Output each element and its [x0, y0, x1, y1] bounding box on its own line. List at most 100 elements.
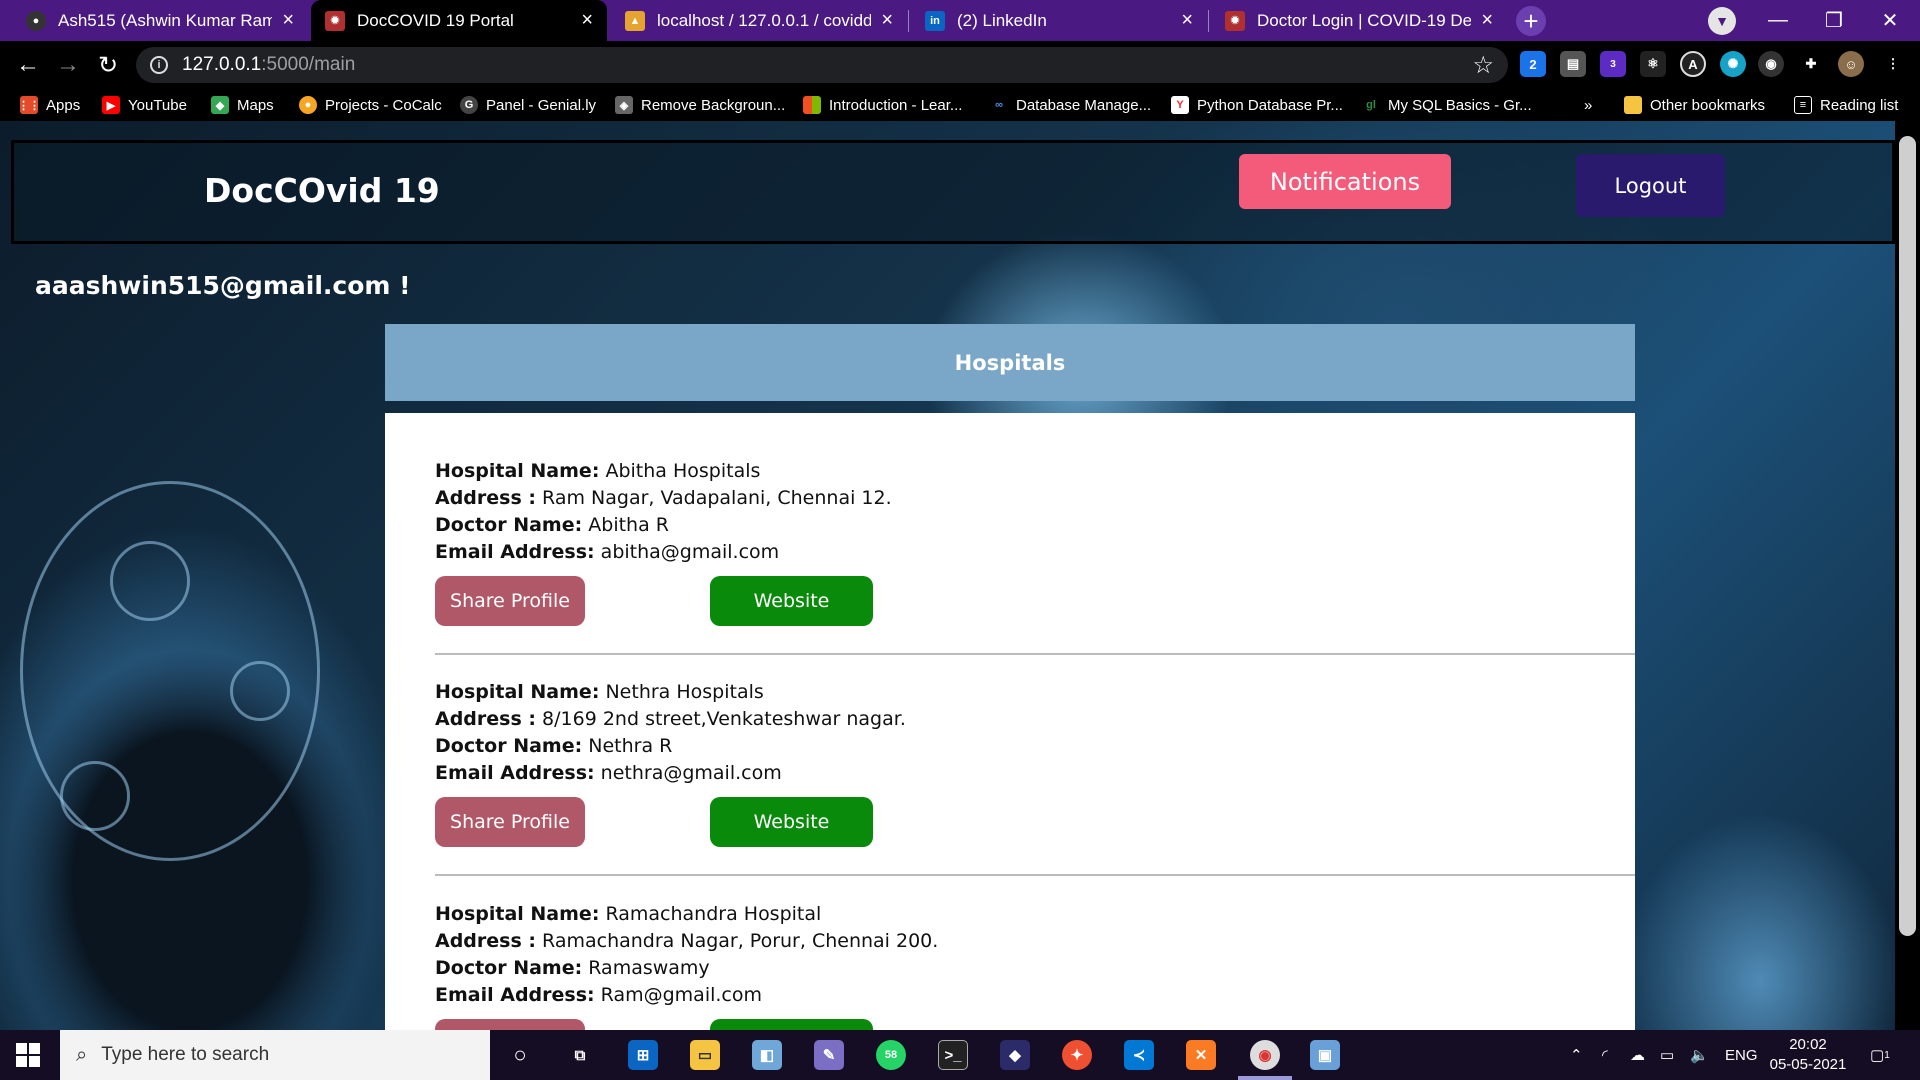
close-icon[interactable]: ×: [581, 9, 593, 32]
share-profile-button[interactable]: [435, 1019, 585, 1030]
email-row: Email Address: nethra@gmail.com: [435, 760, 1635, 787]
bookmark-microsoft-learn[interactable]: Introduction - Lear...: [803, 93, 962, 117]
restore-icon[interactable]: ❐: [1806, 0, 1862, 41]
virus-background-illustration: [60, 761, 130, 831]
react-devtools-icon[interactable]: ⚛: [1640, 51, 1666, 77]
bookmark-database-manage[interactable]: ∞ Database Manage...: [990, 93, 1151, 117]
volume-icon[interactable]: 🔈: [1690, 1030, 1709, 1080]
virus-background-illustration: [110, 541, 190, 621]
battery-icon[interactable]: ▭: [1660, 1030, 1674, 1080]
field-label: Address :: [435, 487, 536, 509]
cortana-icon[interactable]: ○: [505, 1040, 535, 1070]
close-window-icon[interactable]: ✕: [1862, 0, 1918, 41]
profile-avatar[interactable]: ☺: [1838, 51, 1864, 77]
field-label: Address :: [435, 708, 536, 730]
whatsapp-icon[interactable]: 58: [876, 1040, 906, 1070]
taskbar-search[interactable]: ⌕ Type here to search: [60, 1030, 490, 1080]
virus-icon: ✹: [325, 10, 345, 31]
hospital-name-row: Hospital Name: Ramachandra Hospital: [435, 901, 1635, 928]
reading-list[interactable]: ≡ Reading list: [1794, 93, 1898, 117]
tab-github[interactable]: ● Ash515 (Ashwin Kumar Ramaswa ×: [12, 0, 308, 41]
extension-a-icon[interactable]: A: [1680, 51, 1706, 77]
vscode-icon[interactable]: ≺: [1124, 1040, 1154, 1070]
minimize-icon[interactable]: —: [1750, 0, 1806, 41]
back-icon[interactable]: ←: [12, 49, 44, 81]
microsoft-icon: [803, 96, 821, 114]
more-bookmarks-chevron[interactable]: »: [1584, 93, 1592, 117]
bookmark-mysql-basics[interactable]: gl My SQL Basics - Gr...: [1362, 93, 1532, 117]
network-icon[interactable]: ◜: [1602, 1030, 1608, 1080]
logout-button[interactable]: Logout: [1576, 154, 1725, 217]
share-profile-button[interactable]: Share Profile: [435, 797, 585, 847]
app-icon[interactable]: ◧: [752, 1040, 782, 1070]
menu-kebab-icon[interactable]: ⋮: [1880, 51, 1906, 77]
virus-icon: ✹: [1225, 10, 1245, 31]
bookmark-label: YouTube: [128, 96, 187, 114]
language-indicator[interactable]: ENG: [1725, 1030, 1758, 1080]
field-label: Email Address:: [435, 984, 595, 1006]
bookmark-star-icon[interactable]: ☆: [1472, 51, 1494, 80]
close-icon[interactable]: ×: [1181, 9, 1193, 32]
reload-icon[interactable]: ↻: [92, 49, 124, 81]
system-clock[interactable]: 20:02 05-05-2021: [1768, 1035, 1848, 1075]
task-view-icon[interactable]: ⧉: [565, 1040, 595, 1070]
share-profile-button[interactable]: Share Profile: [435, 576, 585, 626]
divider: [435, 653, 1635, 655]
tab-title: localhost / 127.0.0.1 / coviddetec: [657, 10, 872, 30]
address-bar[interactable]: i 127.0.0.1:5000/main ☆: [136, 47, 1508, 83]
tab-phpmyadmin[interactable]: ▲ localhost / 127.0.0.1 / coviddetec ×: [611, 0, 907, 41]
bookmark-genially[interactable]: G Panel - Genial.ly: [460, 93, 596, 117]
bookmark-removebg[interactable]: ◈ Remove Backgroun...: [615, 93, 785, 117]
website-button[interactable]: Website: [710, 576, 873, 626]
bookmark-maps[interactable]: ◆ Maps: [211, 93, 274, 117]
file-explorer-icon[interactable]: ▭: [690, 1040, 720, 1070]
extension-card-icon[interactable]: ▤: [1560, 51, 1586, 77]
remote-desktop-icon[interactable]: ▣: [1310, 1040, 1340, 1070]
git-icon[interactable]: ◆: [1000, 1040, 1030, 1070]
extension-2-icon[interactable]: 2: [1520, 51, 1546, 77]
page-scrollbar-thumb[interactable]: [1899, 136, 1916, 936]
bookmark-youtube[interactable]: ▶ YouTube: [102, 93, 187, 117]
extension-gear-icon[interactable]: ✺: [1720, 51, 1746, 77]
apps-grid-icon: ⋮⋮: [18, 96, 40, 114]
bookmark-apps[interactable]: ⋮⋮ Apps: [18, 93, 80, 117]
tab-linkedin[interactable]: in (2) LinkedIn ×: [911, 0, 1207, 41]
xampp-icon[interactable]: ✕: [1186, 1040, 1216, 1070]
bookmark-cocalc[interactable]: ● Projects - CoCalc: [299, 93, 442, 117]
doctor-row: Doctor Name: Ramaswamy: [435, 955, 1635, 982]
chrome-icon[interactable]: ◉: [1250, 1040, 1280, 1070]
field-label: Hospital Name:: [435, 903, 600, 925]
forward-icon[interactable]: →: [52, 49, 84, 81]
tab-doctor-login[interactable]: ✹ Doctor Login | COVID-19 Detecto ×: [1211, 0, 1507, 41]
tab-doccovid-portal[interactable]: ✹ DocCOVID 19 Portal ×: [311, 0, 607, 41]
website-button[interactable]: Website: [710, 797, 873, 847]
action-center-icon[interactable]: ▢ 1: [1870, 1030, 1890, 1080]
tab-separator: [1208, 10, 1209, 32]
extensions-puzzle-icon[interactable]: ✚: [1798, 51, 1824, 77]
new-tab-button[interactable]: +: [1516, 6, 1546, 36]
close-icon[interactable]: ×: [1481, 9, 1493, 32]
microsoft-store-icon[interactable]: ⊞: [628, 1040, 658, 1070]
website-button[interactable]: [710, 1019, 873, 1030]
notifications-button[interactable]: Notifications: [1239, 154, 1451, 209]
notification-count: 1: [1884, 1049, 1890, 1061]
postman-icon[interactable]: ✦: [1062, 1040, 1092, 1070]
tab-search-icon[interactable]: ▼: [1708, 7, 1736, 35]
windows-start-icon[interactable]: [16, 1043, 40, 1067]
url-path: :5000/main: [261, 54, 356, 75]
close-icon[interactable]: ×: [881, 9, 893, 32]
address-row: Address : 8/169 2nd street,Venkateshwar …: [435, 706, 1635, 733]
paint-icon[interactable]: ✎: [814, 1040, 844, 1070]
close-icon[interactable]: ×: [282, 9, 294, 32]
extension-color-icon[interactable]: ◉: [1758, 51, 1784, 77]
field-label: Doctor Name:: [435, 957, 583, 979]
other-bookmarks[interactable]: Other bookmarks: [1624, 93, 1765, 117]
taskbar-search-placeholder: Type here to search: [101, 1044, 270, 1065]
terminal-icon[interactable]: >_: [938, 1040, 968, 1070]
bookmark-python-database[interactable]: Y Python Database Pr...: [1171, 93, 1343, 117]
cloud-icon[interactable]: ☁: [1630, 1030, 1645, 1080]
bookmark-label: Other bookmarks: [1650, 96, 1766, 114]
site-info-icon[interactable]: i: [150, 56, 168, 74]
extension-badge-icon[interactable]: 3: [1600, 51, 1626, 77]
tray-chevron-icon[interactable]: ⌃: [1570, 1030, 1583, 1080]
